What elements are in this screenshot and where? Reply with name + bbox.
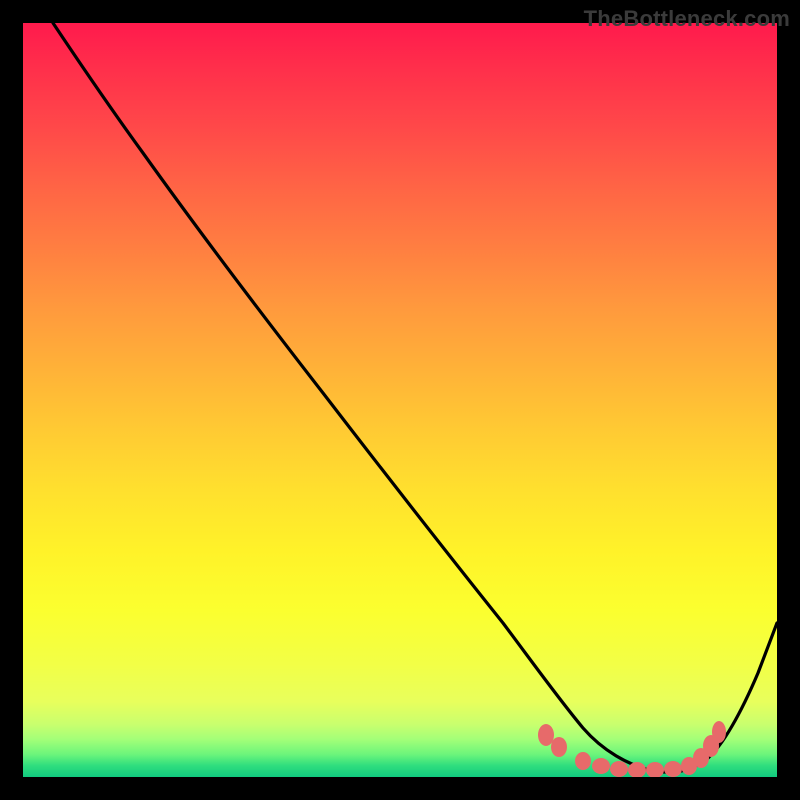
- plot-area: [23, 23, 777, 777]
- bottleneck-curve: [53, 23, 777, 772]
- scatter-dots: [538, 721, 726, 777]
- chart-overlay: [23, 23, 777, 777]
- chart-frame: TheBottleneck.com: [0, 0, 800, 800]
- watermark-text: TheBottleneck.com: [584, 6, 790, 32]
